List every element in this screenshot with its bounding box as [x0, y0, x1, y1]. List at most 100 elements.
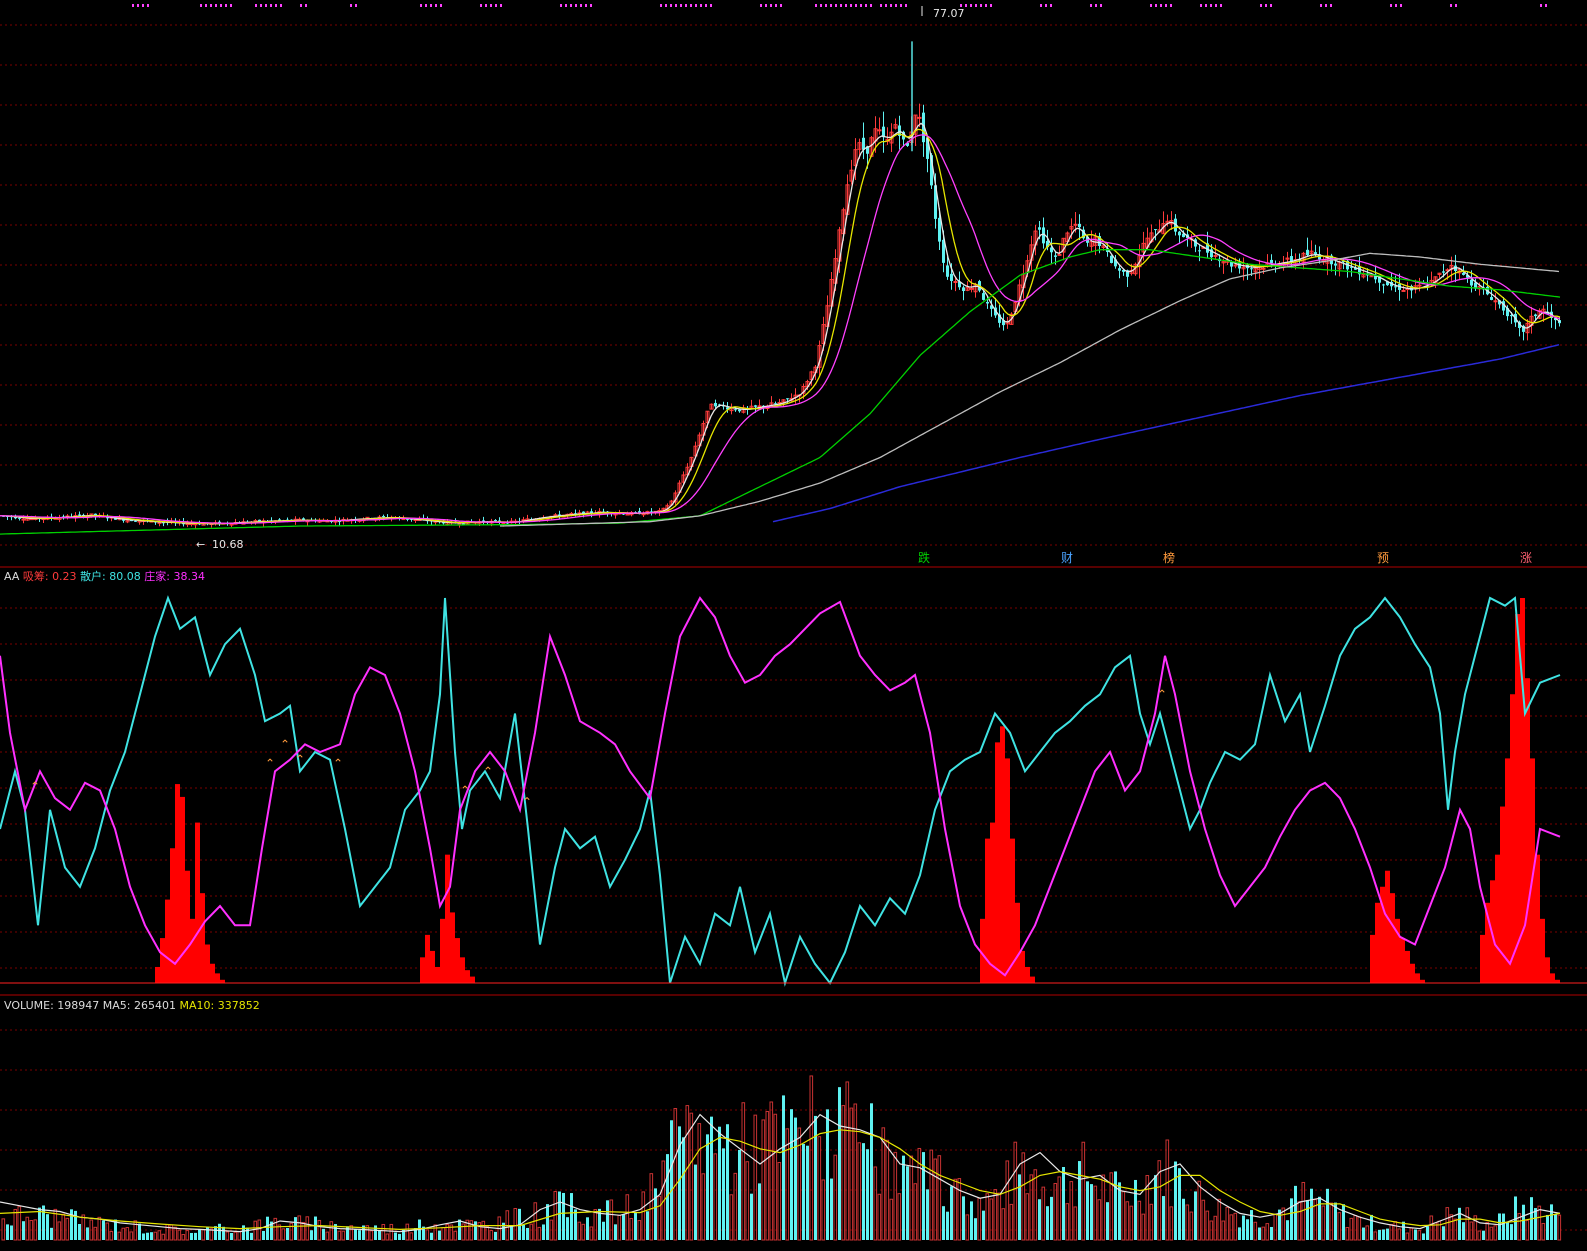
volume-bar — [826, 1109, 829, 1240]
volume-panel[interactable]: VOLUME: 198947 MA5: 265401 MA10: 337852 — [0, 999, 1562, 1241]
volume-bar — [821, 1179, 826, 1241]
volume-header: VOLUME: 198947 MA5: 265401 MA10: 337852 — [4, 999, 260, 1012]
volume-bar — [902, 1155, 905, 1240]
top-marker-tick — [205, 4, 207, 7]
candle-body — [1442, 271, 1445, 273]
volume-bar — [646, 1211, 649, 1240]
volume-bar — [602, 1221, 605, 1240]
volume-bar — [157, 1230, 162, 1241]
volume-bar — [177, 1229, 182, 1241]
indicator-item-label: 吸筹: — [23, 569, 52, 583]
top-marker-tick — [975, 4, 977, 7]
volume-bar — [566, 1217, 569, 1240]
volume-bar — [706, 1134, 709, 1240]
volume-bar — [634, 1212, 637, 1240]
candle-body — [1401, 289, 1406, 292]
volume-bar — [142, 1233, 145, 1240]
ma-white-line — [0, 122, 1561, 525]
volume-bar — [150, 1232, 153, 1240]
top-marker-tick — [142, 4, 144, 7]
signal-marker: 财 — [1061, 551, 1073, 565]
volume-bar — [542, 1224, 545, 1240]
top-marker-tick — [1400, 4, 1402, 7]
indicator-item-value: 80.08 — [109, 570, 144, 583]
candle-body — [754, 405, 757, 407]
volume-bar — [657, 1195, 662, 1241]
volume-bar — [301, 1221, 306, 1241]
indicator-bar — [1515, 614, 1520, 983]
volume-bar — [398, 1233, 401, 1240]
candle-body — [950, 273, 953, 282]
volume-bar — [138, 1223, 141, 1240]
volume-bar — [358, 1230, 361, 1240]
top-marker-tick — [500, 4, 502, 7]
volume-bar — [833, 1154, 838, 1241]
volume-bar — [909, 1155, 914, 1241]
volume-bar — [1329, 1202, 1334, 1241]
volume-bar — [1345, 1227, 1350, 1241]
indicator-bar — [470, 976, 475, 983]
volume-bar — [1078, 1161, 1081, 1240]
volume-bar — [870, 1103, 873, 1240]
volume-bar — [1462, 1222, 1465, 1240]
volume-bar — [794, 1117, 797, 1240]
volume-bar — [1038, 1199, 1041, 1240]
volume-bar — [1057, 1176, 1062, 1241]
indicator-panel[interactable]: AA 吸筹: 0.23 散户: 80.08 庄家: 38.34 ⌃ ⌃ ⌃ ⌃ ⌃ ⌃ ⌃ ⌃… — [0, 569, 1587, 987]
volume-bar — [222, 1226, 225, 1240]
volume-bar — [758, 1183, 761, 1240]
volume-bar — [1189, 1211, 1194, 1241]
indicator-bar — [215, 973, 220, 983]
candle-body — [1382, 284, 1385, 286]
indicator-bar — [1545, 957, 1550, 983]
volume-bar — [485, 1226, 490, 1241]
top-marker-tick — [355, 4, 357, 7]
candle-body — [1154, 229, 1157, 231]
candle-body — [962, 287, 965, 292]
volume-bar — [1253, 1221, 1258, 1241]
top-marker-tick — [300, 4, 302, 7]
low-arrow: ← — [196, 538, 205, 551]
volume-bar — [877, 1193, 882, 1241]
top-marker-tick — [1540, 4, 1542, 7]
high-annotation: 77.07 — [921, 6, 965, 20]
indicator-bar — [455, 938, 460, 983]
signal-arrow-marker: ⌃ — [522, 795, 532, 809]
top-marker-tick — [570, 4, 572, 7]
candle-body — [1306, 249, 1309, 256]
volume-bar — [937, 1155, 942, 1241]
volume-bar — [1382, 1229, 1385, 1240]
volume-bar — [570, 1193, 573, 1240]
volume-bar — [713, 1153, 718, 1241]
volume-bar — [773, 1113, 778, 1241]
volume-bar — [782, 1095, 785, 1240]
top-marker-tick — [580, 4, 582, 7]
volume-bar — [1402, 1221, 1405, 1240]
top-marker-tick — [895, 4, 897, 7]
top-marker-tick — [840, 4, 842, 7]
candle-body — [382, 516, 385, 518]
volume-bar — [857, 1142, 862, 1241]
top-marker-tick — [1265, 4, 1267, 7]
indicator-bar — [420, 957, 425, 983]
candle-body — [969, 287, 974, 290]
volume-bar — [1073, 1206, 1078, 1241]
volume-bar — [893, 1151, 898, 1241]
volume-bar — [1065, 1203, 1070, 1241]
volume-bar — [1405, 1232, 1410, 1241]
indicator-bar — [165, 899, 170, 983]
volume-bar — [13, 1208, 18, 1241]
volume-bar — [65, 1217, 70, 1241]
top-marker-tick — [1325, 4, 1327, 7]
volume-bar — [25, 1216, 30, 1241]
price-panel[interactable]: 77.07 ← 10.68 跌 财 榜 预 涨 — [0, 4, 1561, 565]
volume-bar — [102, 1220, 105, 1240]
top-marker-tick — [220, 4, 222, 7]
volume-bar — [242, 1225, 245, 1240]
top-marker-tick — [905, 4, 907, 7]
grid-layer — [0, 24, 1587, 1231]
low-price-label: 10.68 — [212, 538, 244, 551]
volume-bar — [933, 1158, 938, 1241]
top-marker-tick — [565, 4, 567, 7]
volume-bar — [1062, 1167, 1065, 1240]
